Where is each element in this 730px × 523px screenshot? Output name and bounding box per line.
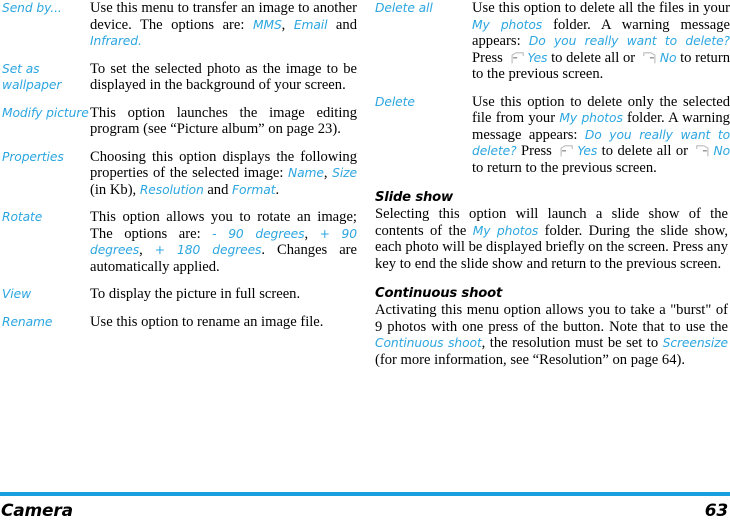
definition-description: Use this option to delete only the selec… — [472, 94, 730, 177]
definition-row: View To display the picture in full scree… — [2, 286, 357, 303]
definition-term: Rename — [2, 314, 53, 329]
definition-row: Properties Choosing this option displays … — [2, 149, 357, 199]
body-text: , — [304, 225, 320, 242]
footer-chapter-title: Camera — [1, 500, 73, 521]
body-text: to return to the previous screen. — [472, 159, 657, 176]
highlighted-term: Yes — [527, 50, 548, 65]
definition-description: This option launches the image editing p… — [90, 105, 357, 138]
left-softkey-icon — [510, 51, 525, 64]
body-text: Activating this menu option allows you t… — [375, 302, 728, 335]
highlighted-term: No — [659, 50, 677, 65]
highlighted-term: Email — [293, 17, 328, 32]
highlighted-term: Yes — [577, 144, 598, 158]
highlighted-term: + 180 degrees — [154, 243, 262, 257]
body-text: Press — [472, 49, 507, 66]
content-section: Continuous shoot Activating this menu opt… — [375, 285, 730, 368]
left-softkey-icon — [559, 145, 574, 157]
definition-description: Use this option to delete all the files … — [472, 0, 730, 83]
body-text: to delete all or — [597, 143, 693, 159]
body-text: and — [203, 181, 233, 198]
highlighted-term: Format — [232, 182, 276, 197]
body-text: This option launches the image editing p… — [90, 104, 357, 138]
definition-row: Modify picture This option launches the i… — [2, 105, 357, 138]
highlighted-term: Screensize — [662, 336, 728, 350]
manual-page: Send by... Use this menu to transfer an i… — [0, 0, 730, 523]
content-section: Slide show Selecting this option will lau… — [375, 189, 730, 272]
body-text: (for more information, see “Resolution” … — [375, 351, 686, 368]
body-text: Use this option to rename an image file. — [90, 313, 324, 330]
body-text: , the resolution must be set to — [481, 335, 663, 351]
definition-description: This option allows you to rotate an imag… — [90, 209, 357, 275]
definition-term: Delete all — [375, 1, 433, 15]
body-text: , — [139, 242, 155, 258]
right-softkey-icon — [695, 145, 710, 157]
definition-term: View — [2, 287, 32, 301]
definition-description: Use this menu to transfer an image to an… — [90, 0, 357, 50]
body-text: Use this option to delete all the files … — [472, 0, 730, 16]
highlighted-term: Continuous shoot — [375, 336, 482, 350]
definition-row: Rotate This option allows you to rotate a… — [2, 209, 357, 275]
section-body: Activating this menu option allows you t… — [375, 302, 728, 368]
right-column: Delete all Use this option to delete all … — [375, 0, 730, 368]
footer-divider — [0, 492, 730, 496]
footer-page-number: 63 — [704, 500, 728, 521]
left-definition-list: Send by... Use this menu to transfer an i… — [2, 0, 357, 330]
definition-description: To set the selected photo as the image t… — [90, 61, 357, 94]
right-softkey-icon — [642, 51, 657, 64]
definition-term: Delete — [375, 94, 415, 109]
right-sections: Slide show Selecting this option will lau… — [375, 189, 730, 368]
body-text: to delete all or — [547, 49, 639, 66]
highlighted-term: - 90 degrees — [212, 226, 305, 241]
body-text: and — [327, 16, 357, 33]
highlighted-term: My photos — [472, 17, 543, 32]
definition-row: Delete Use this option to delete only the… — [375, 94, 730, 177]
body-text: To display the picture in full screen. — [90, 286, 301, 302]
highlighted-term: My photos — [559, 111, 623, 125]
section-body: Selecting this option will launch a slid… — [375, 206, 728, 272]
body-text: . — [275, 181, 280, 198]
definition-description: To display the picture in full screen. — [90, 286, 357, 303]
left-column: Send by... Use this menu to transfer an i… — [2, 0, 357, 330]
page-footer: Camera 63 — [0, 498, 730, 523]
highlighted-term: Name — [288, 166, 324, 180]
highlighted-term: Size — [332, 166, 357, 180]
body-text: (in Kb), — [90, 181, 140, 198]
body-text: , — [323, 165, 333, 181]
highlighted-term: Do you really want to delete? — [528, 34, 730, 48]
highlighted-term: No — [713, 144, 730, 158]
definition-term: Rotate — [2, 210, 43, 224]
highlighted-term: MMS — [252, 17, 282, 32]
definition-row: Rename Use this option to rename an image… — [2, 314, 357, 331]
definition-description: Use this option to rename an image file. — [90, 314, 357, 331]
definition-term: Send by... — [2, 1, 62, 15]
body-text: , — [281, 16, 294, 33]
definition-row: Send by... Use this menu to transfer an i… — [2, 0, 357, 50]
highlighted-term: My photos — [472, 223, 539, 238]
section-heading: Continuous shoot — [375, 286, 503, 301]
highlighted-term: Infrared. — [90, 34, 142, 48]
definition-row: Delete all Use this option to delete all … — [375, 0, 730, 83]
definition-term: Properties — [2, 149, 64, 164]
highlighted-term: Resolution — [139, 182, 204, 197]
body-text: Press — [516, 143, 557, 159]
definition-term: Modify picture — [2, 105, 89, 120]
section-heading: Slide show — [375, 190, 453, 205]
two-column-body: Send by... Use this menu to transfer an i… — [0, 0, 730, 483]
body-text: To set the selected photo as the image t… — [90, 60, 357, 94]
definition-description: Choosing this option displays the follow… — [90, 149, 357, 199]
right-definition-list: Delete all Use this option to delete all … — [375, 0, 730, 176]
definition-row: Set as wallpaper To set the selected phot… — [2, 61, 357, 94]
definition-term: Set as wallpaper — [2, 61, 62, 93]
